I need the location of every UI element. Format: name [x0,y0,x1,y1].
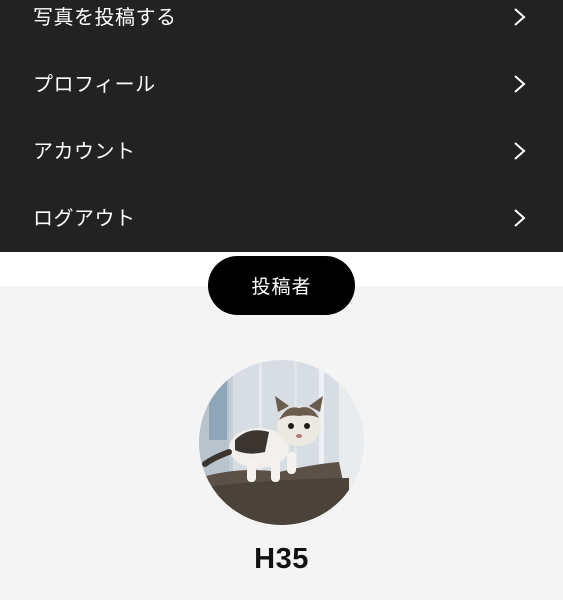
poster-label: 投稿者 [251,276,312,298]
chevron-right-icon [514,74,526,93]
chevron-right-icon [514,208,526,227]
chevron-right-icon [514,7,526,26]
menu-item-profile[interactable]: プロフィール [0,50,563,117]
menu-item-label: ログアウト [33,205,136,230]
kitten-avatar-image [199,360,364,525]
menu-item-label: プロフィール [33,71,156,96]
avatar[interactable] [199,360,364,525]
poster-label-pill: 投稿者 [208,256,355,315]
menu-item-post-photo[interactable]: 写真を投稿する [0,0,563,50]
chevron-right-icon [514,141,526,160]
side-menu: 写真を投稿する プロフィール アカウント ログアウト [0,0,563,252]
menu-item-label: アカウント [33,138,136,163]
menu-item-label: 写真を投稿する [33,4,177,29]
menu-item-account[interactable]: アカウント [0,117,563,184]
menu-item-logout[interactable]: ログアウト [0,184,563,251]
username: H35 [254,543,309,575]
